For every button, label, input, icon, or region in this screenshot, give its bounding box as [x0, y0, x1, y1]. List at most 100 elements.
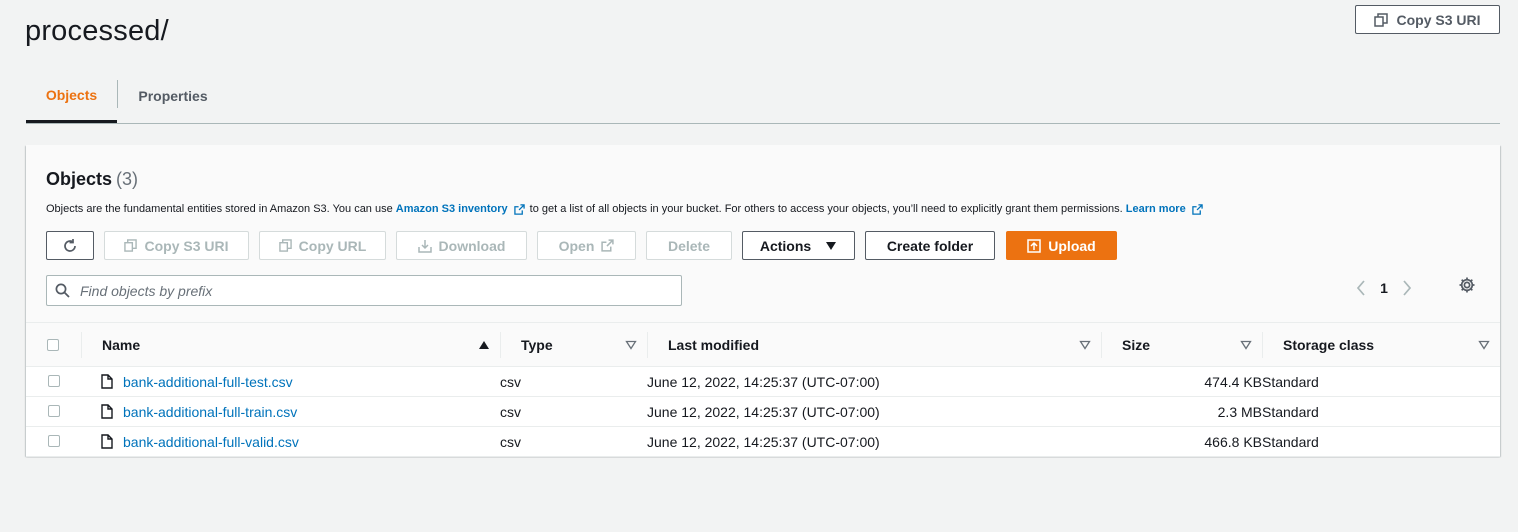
delete-label: Delete: [667, 237, 711, 254]
column-label-size: Size: [1122, 336, 1151, 353]
table-header-row: Name Type Last modified Size Storage cla…: [26, 322, 1500, 367]
row-select-cell: [26, 396, 81, 427]
row-checkbox[interactable]: [47, 434, 60, 447]
row-select-cell: [26, 426, 81, 457]
upload-button[interactable]: Upload: [1006, 231, 1117, 260]
table-row: bank-additional-full-train.csv csv June …: [26, 396, 1500, 427]
file-icon: [101, 434, 113, 449]
name-cell: bank-additional-full-valid.csv: [81, 426, 500, 457]
row-checkbox[interactable]: [47, 404, 60, 417]
size-cell: 474.4 KB: [1101, 366, 1262, 397]
actions-dropdown[interactable]: Actions: [742, 231, 855, 260]
column-header-type[interactable]: Type: [500, 322, 647, 367]
column-header-name[interactable]: Name: [81, 322, 500, 367]
delete-button[interactable]: Delete: [646, 231, 732, 260]
external-link-icon: [601, 239, 615, 252]
caret-down-icon: [826, 241, 837, 250]
copy-s3-uri-action-label: Copy S3 URI: [144, 237, 229, 254]
download-icon: [417, 239, 432, 253]
object-count: (3): [116, 169, 139, 189]
sort-down-icon: [625, 340, 637, 350]
storage-class-cell: Standard: [1262, 366, 1500, 397]
size-cell: 466.8 KB: [1101, 426, 1262, 457]
tab-bar: Objects Properties: [26, 70, 1500, 124]
refresh-icon: [64, 238, 76, 252]
objects-panel: Objects (3) Objects are the fundamental e…: [26, 145, 1500, 457]
refresh-button[interactable]: [46, 231, 94, 260]
copy-icon: [278, 239, 292, 252]
learn-more-link[interactable]: Learn more: [1126, 203, 1186, 215]
copy-icon: [124, 239, 138, 252]
chevron-left-icon[interactable]: [1346, 280, 1376, 296]
column-label-type: Type: [521, 336, 553, 353]
objects-table: Name Type Last modified Size Storage cla…: [26, 322, 1500, 457]
select-all-checkbox[interactable]: [47, 338, 59, 351]
create-folder-button[interactable]: Create folder: [865, 231, 995, 260]
copy-s3-uri-label: Copy S3 URI: [1396, 11, 1481, 28]
open-label: Open: [558, 237, 595, 254]
sort-down-icon: [1079, 340, 1091, 350]
table-row: bank-additional-full-test.csv csv June 1…: [26, 366, 1500, 397]
create-folder-label: Create folder: [886, 237, 974, 254]
column-label-last-modified: Last modified: [668, 336, 760, 353]
storage-class-cell: Standard: [1262, 426, 1500, 457]
tab-objects[interactable]: Objects: [26, 70, 117, 123]
table-row: bank-additional-full-valid.csv csv June …: [26, 426, 1500, 457]
column-header-size[interactable]: Size: [1101, 322, 1262, 367]
search-box: [46, 275, 682, 306]
panel-header: Objects (3) Objects are the fundamental e…: [26, 145, 1500, 322]
object-link[interactable]: bank-additional-full-train.csv: [123, 404, 297, 420]
description-text-2: to get a list of all objects in your buc…: [529, 203, 1123, 215]
sort-down-icon: [1478, 340, 1490, 350]
file-icon: [101, 404, 113, 419]
search-input[interactable]: [78, 276, 672, 305]
panel-description: Objects are the fundamental entities sto…: [46, 203, 1208, 215]
panel-title-text: Objects: [46, 169, 113, 189]
name-cell: bank-additional-full-train.csv: [81, 396, 500, 427]
actions-label: Actions: [759, 237, 812, 254]
last-modified-cell: June 12, 2022, 14:25:37 (UTC-07:00): [647, 366, 1101, 397]
open-button[interactable]: Open: [537, 231, 636, 260]
file-icon: [101, 374, 113, 389]
page-number[interactable]: 1: [1376, 280, 1392, 296]
size-cell: 2.3 MB: [1101, 396, 1262, 427]
storage-class-cell: Standard: [1262, 396, 1500, 427]
type-cell: csv: [500, 426, 647, 457]
download-label: Download: [438, 237, 506, 254]
copy-url-label: Copy URL: [298, 237, 367, 254]
inventory-link[interactable]: Amazon S3 inventory: [396, 203, 508, 215]
copy-icon: [1374, 12, 1389, 27]
tab-properties[interactable]: Properties: [118, 70, 228, 122]
panel-title: Objects (3): [46, 169, 138, 190]
copy-s3-uri-action-button[interactable]: Copy S3 URI: [104, 231, 249, 260]
settings-icon[interactable]: [1458, 276, 1476, 294]
column-header-storage-class[interactable]: Storage class: [1262, 322, 1500, 367]
last-modified-cell: June 12, 2022, 14:25:37 (UTC-07:00): [647, 396, 1101, 427]
description-text: Objects are the fundamental entities sto…: [46, 203, 393, 215]
upload-label: Upload: [1048, 237, 1096, 254]
row-select-cell: [26, 366, 81, 397]
external-link-icon: [1191, 203, 1203, 215]
copy-s3-uri-button[interactable]: Copy S3 URI: [1355, 5, 1500, 34]
type-cell: csv: [500, 366, 647, 397]
column-label-name: Name: [102, 336, 141, 353]
pagination: 1: [1346, 273, 1422, 303]
sort-down-icon: [1240, 340, 1252, 350]
search-icon: [55, 283, 70, 298]
object-link[interactable]: bank-additional-full-valid.csv: [123, 434, 299, 450]
sort-up-icon: [478, 340, 490, 350]
column-label-storage-class: Storage class: [1283, 336, 1375, 353]
page-title: processed/: [25, 15, 169, 47]
external-link-icon: [513, 203, 525, 215]
object-link[interactable]: bank-additional-full-test.csv: [123, 374, 293, 390]
upload-icon: [1027, 238, 1042, 253]
chevron-right-icon[interactable]: [1392, 280, 1422, 296]
copy-url-button[interactable]: Copy URL: [259, 231, 386, 260]
type-cell: csv: [500, 396, 647, 427]
column-header-last-modified[interactable]: Last modified: [647, 322, 1101, 367]
row-checkbox[interactable]: [47, 374, 60, 387]
header-select-all: [26, 322, 81, 367]
name-cell: bank-additional-full-test.csv: [81, 366, 500, 397]
last-modified-cell: June 12, 2022, 14:25:37 (UTC-07:00): [647, 426, 1101, 457]
download-button[interactable]: Download: [396, 231, 527, 260]
